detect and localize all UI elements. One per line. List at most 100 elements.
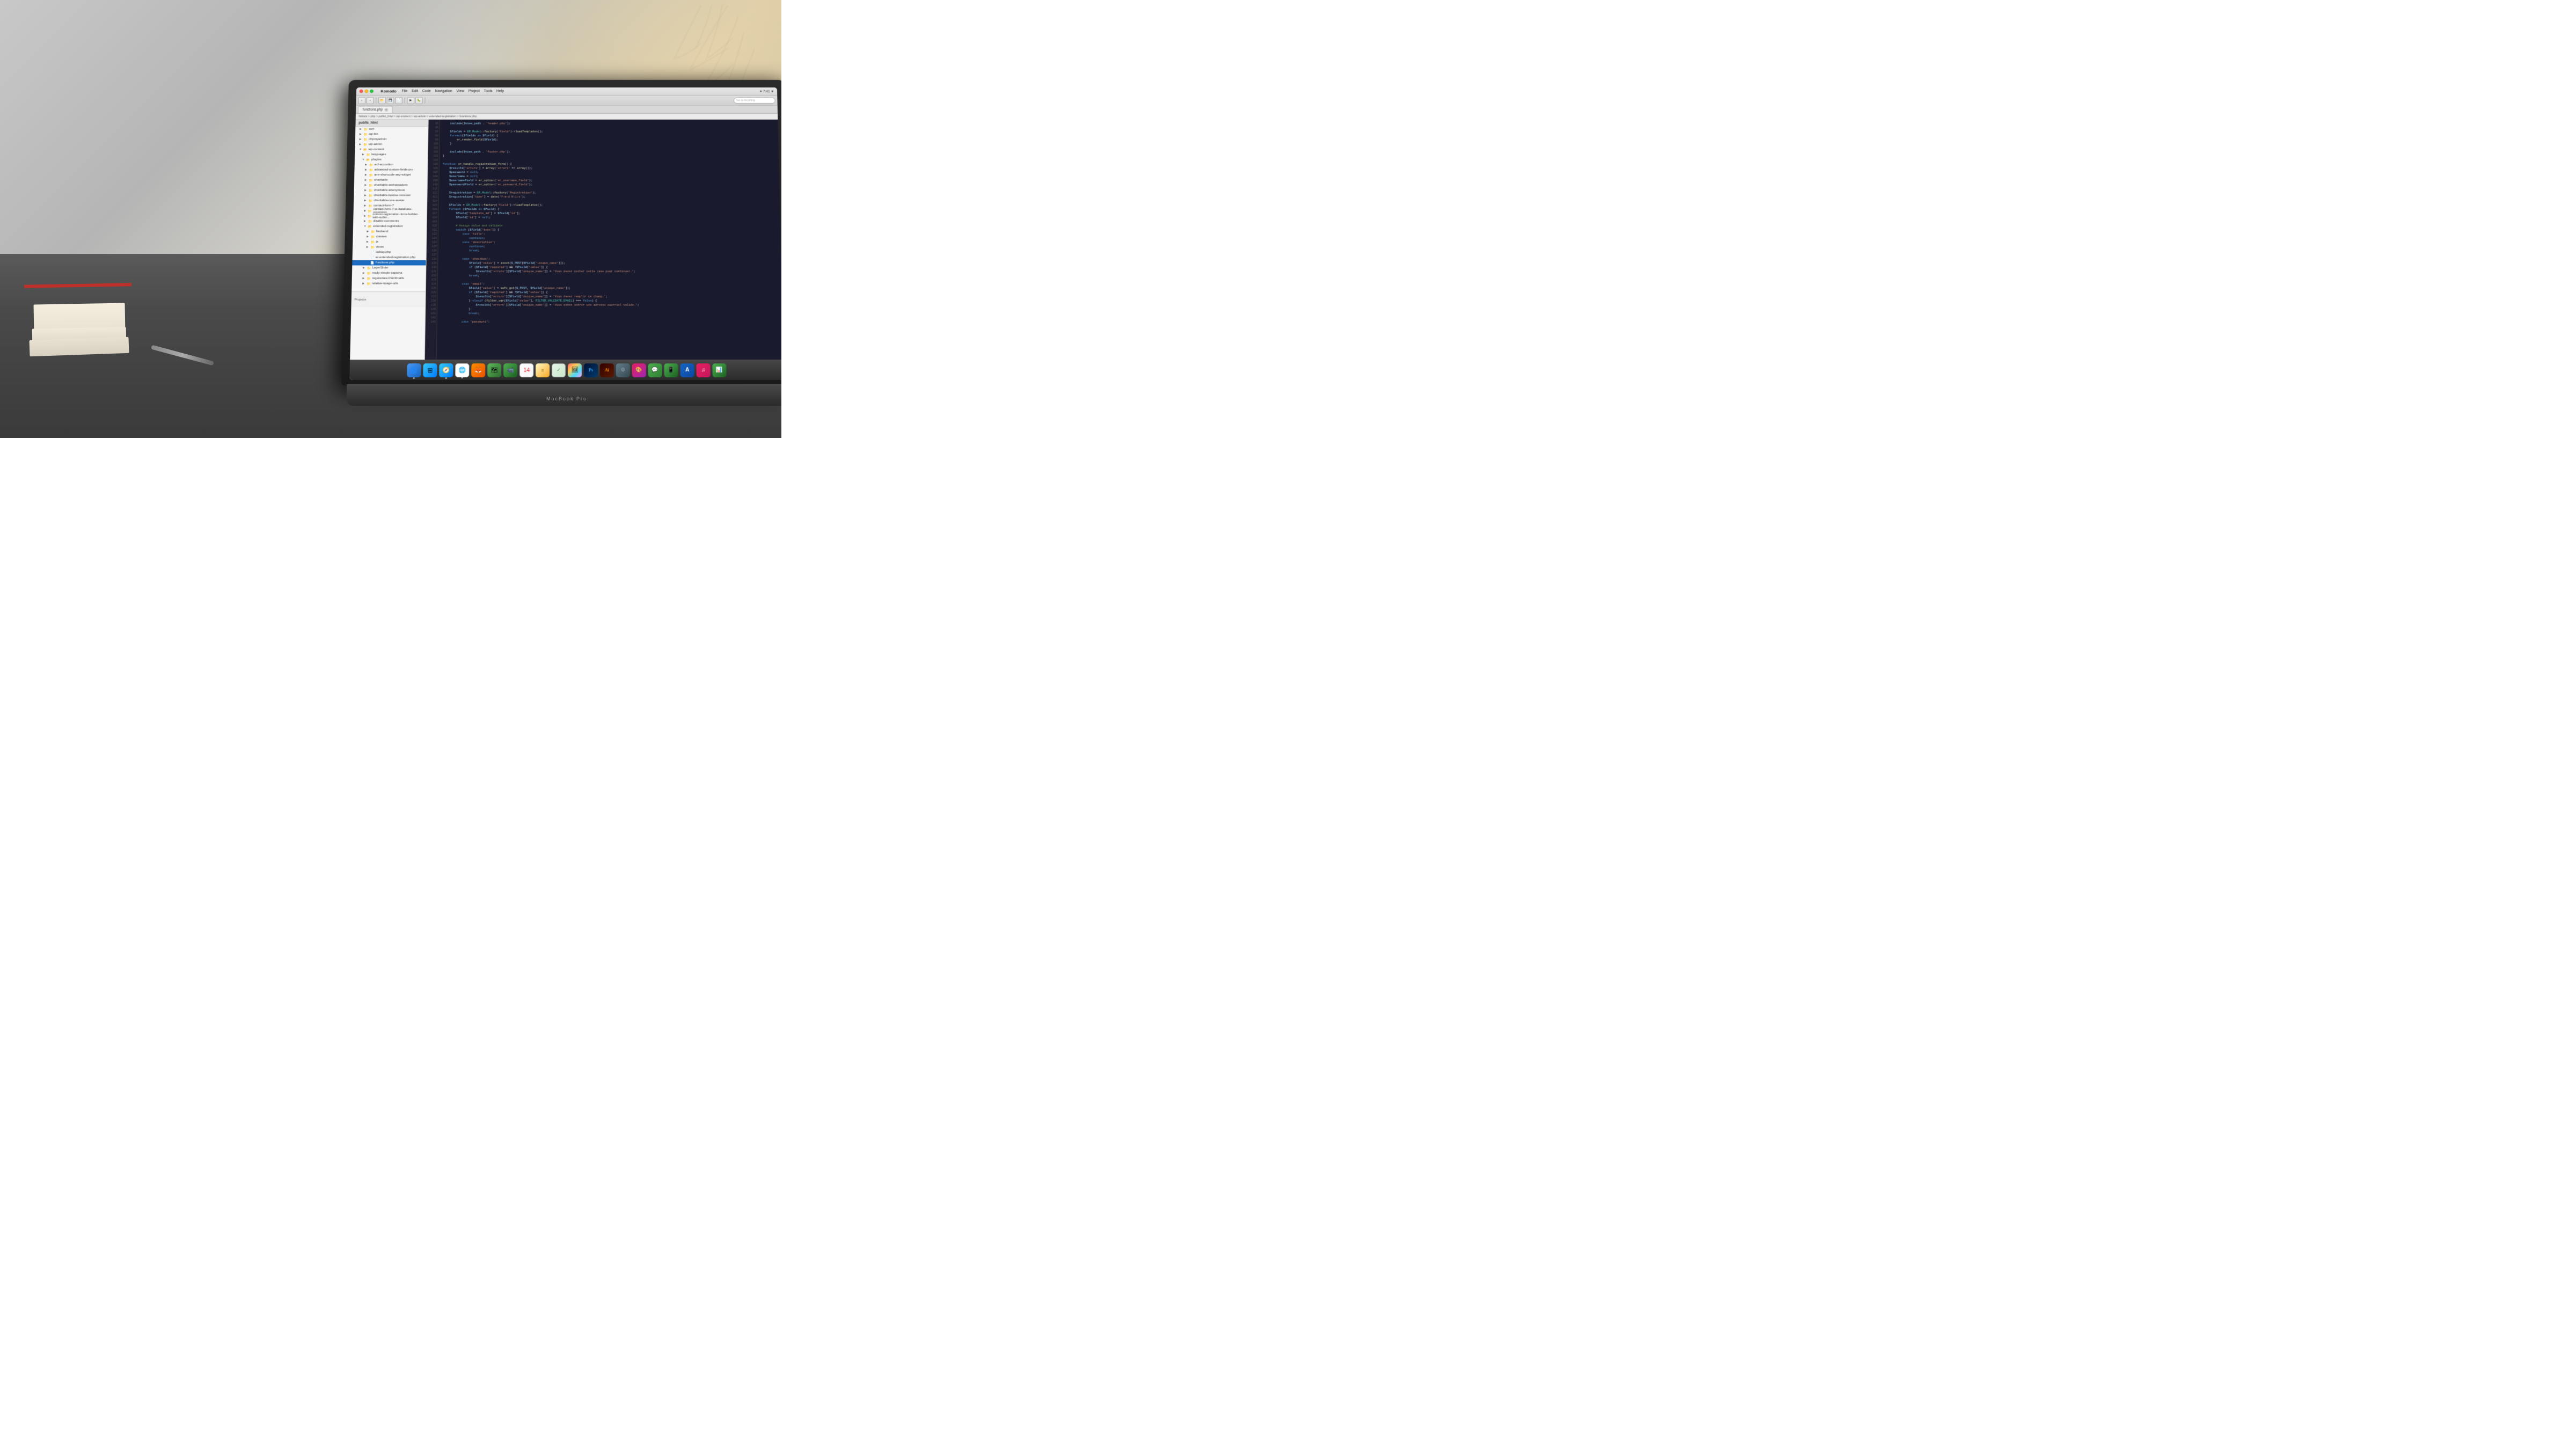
toolbar-search[interactable]: Go to Anything (734, 97, 775, 103)
tree-item-charitable-lic[interactable]: ▶ 📁 charitable-license-renewer (354, 193, 427, 199)
tab-functions-php[interactable]: functions.php × (358, 106, 393, 113)
dock-icon-itunes[interactable]: ♫ (696, 363, 710, 377)
menu-items: File Edit Code Navigation View Project T… (402, 90, 504, 93)
tree-item-er-extended[interactable]: 📄 er-extended-registration.php (353, 255, 426, 260)
book-band (24, 283, 131, 288)
dock-icon-launchpad[interactable]: ⊞ (423, 363, 437, 377)
toolbar-run[interactable]: ▶ (407, 97, 414, 104)
folder-icon: 📁 (368, 204, 372, 208)
tree-item-captcha[interactable]: ▶ 📁 really-simple-captcha (352, 270, 426, 276)
dock-icon-reminders[interactable]: ✓ (552, 363, 566, 377)
tree-item-classes[interactable]: ▶ 📁 classes (353, 234, 426, 239)
dock-icon-illustrator[interactable]: Ai (600, 363, 614, 377)
tree-arrow: ▶ (364, 194, 368, 197)
dock-icon-facetime[interactable]: 📹 (503, 363, 517, 377)
folder-icon: 📁 (369, 168, 374, 172)
tree-arrow: ▶ (362, 282, 365, 286)
tree-item-debug[interactable]: 📄 debug.php (353, 250, 426, 255)
dock-icon-chrome[interactable]: 🌐 (455, 363, 469, 377)
tree-item-amr[interactable]: ▶ 📁 amr-shortcode-any-widget (354, 172, 427, 178)
toolbar-open[interactable]: 📂 (378, 97, 386, 104)
tree-item-acf[interactable]: ▶ 📁 acf-accordion (355, 162, 428, 167)
tree-item-relative-images[interactable]: ▶ 📁 relative-image-urls (352, 281, 426, 287)
tree-item-cgibin[interactable]: ▶ 📁 cgi-bin (355, 132, 428, 137)
books-stack (30, 280, 137, 355)
tree-item-charitable-anon[interactable]: ▶ 📁 charitable-anonymous (354, 188, 427, 193)
tab-label: functions.php (363, 108, 383, 112)
dock-icon-facetime2[interactable]: 📱 (664, 363, 678, 377)
tree-item-phpmyadmin[interactable]: ▶ 📁 phpmyadmin (355, 137, 428, 142)
tree-item-label: cert (369, 128, 374, 131)
colorpicker-icon: 🎨 (636, 367, 643, 373)
dock-icon-colorpicker[interactable]: 🎨 (632, 363, 646, 377)
toolbar-new[interactable]: 📄 (395, 97, 402, 104)
menu-view[interactable]: View (456, 90, 464, 93)
maximize-button[interactable] (370, 90, 374, 93)
toolbar-debug[interactable]: 🐛 (415, 97, 423, 104)
tree-item-acf-pro[interactable]: ▶ 📁 advanced-custom-fields-pro (354, 167, 427, 173)
toolbar: ‹ › 📂 💾 📄 ▶ 🐛 Go to Anything (356, 96, 777, 106)
tree-arrow: ▶ (364, 184, 368, 187)
folder-icon: 📁 (367, 282, 371, 286)
tree-item-backend[interactable]: ▶ 📁 backend (353, 229, 427, 235)
dock-icon-photoshop[interactable]: Ps (584, 363, 598, 377)
menu-code[interactable]: Code (422, 90, 431, 93)
tree-arrow: ▶ (365, 173, 368, 177)
laptop-screen: Komodo File Edit Code Navigation View Pr… (349, 87, 781, 380)
tree-item-wpcontent[interactable]: ▼ 📂 wp-content (355, 147, 428, 152)
dock-dot (445, 377, 447, 379)
tree-item-functions[interactable]: 📄 functions.php (352, 260, 426, 266)
tree-arrow: ▶ (363, 272, 366, 275)
tree-item-charitable-avatar[interactable]: ▶ 📁 charitable-core-avatar (354, 198, 427, 203)
menu-tools[interactable]: Tools (484, 90, 492, 93)
tree-arrow: ▶ (367, 240, 370, 244)
tree-item-wpadmin[interactable]: ▶ 📁 wp-admin (355, 142, 428, 147)
menu-navigation[interactable]: Navigation (435, 90, 452, 93)
photos-icon: 🖼 (572, 367, 579, 373)
close-button[interactable] (360, 90, 363, 93)
toolbar-save[interactable]: 💾 (387, 97, 394, 104)
menu-file[interactable]: File (402, 90, 408, 93)
dock-icon-firefox[interactable]: 🦊 (471, 363, 485, 377)
tree-item-js[interactable]: ▶ 📁 js (353, 239, 426, 245)
dock-icon-calendar[interactable]: 14 (519, 363, 533, 377)
dock-icon-safari[interactable]: 🧭 (439, 363, 453, 377)
menu-bar: Komodo File Edit Code Navigation View Pr… (356, 87, 778, 96)
folder-icon: 📁 (367, 266, 371, 270)
menu-help[interactable]: Help (496, 90, 504, 93)
tree-item-views[interactable]: ▶ 📁 views (353, 245, 426, 250)
dock-icon-photos[interactable]: 🖼 (568, 363, 582, 377)
dock-icon-maps[interactable]: 🗺 (487, 363, 501, 377)
toolbar-forward[interactable]: › (367, 97, 374, 104)
tree-item-charitable[interactable]: ▶ 📁 charitable (354, 178, 427, 183)
tree-item-languages[interactable]: ▶ 📁 languages (355, 152, 428, 157)
tree-item-custom-reg[interactable]: ▶ 📁 custom-registration-form-builder-wit… (353, 214, 427, 219)
dock-icon-appstore[interactable]: A (680, 363, 694, 377)
tree-item-regen-thumbs[interactable]: ▶ 📁 regenerate-thumbnails (352, 276, 426, 281)
tree-item-layerslider[interactable]: ▶ 📁 LayerSlider (352, 266, 426, 271)
dock-icon-finder[interactable]: 🌀 (407, 363, 421, 377)
tree-item-cert[interactable]: ▶ 📁 cert (355, 127, 428, 131)
numbers-icon: 📊 (716, 367, 723, 373)
tree-item-extended-reg[interactable]: ▼ 📂 extended-registration (353, 224, 427, 229)
tab-close-button[interactable]: × (384, 108, 388, 112)
tree-item-charitable-amb[interactable]: ▶ 📁 charitable-ambassadors (354, 182, 427, 188)
folder-icon: 📁 (367, 272, 371, 275)
dock-icon-notes[interactable]: ≡ (536, 363, 550, 377)
tree-item-label: phpmyadmin (369, 138, 387, 141)
dock-icon-tool1[interactable]: ⚙ (616, 363, 630, 377)
macbook: Komodo File Edit Code Navigation View Pr… (314, 41, 781, 406)
menu-project[interactable]: Project (469, 90, 480, 93)
menu-edit[interactable]: Edit (412, 90, 418, 93)
toolbar-back[interactable]: ‹ (358, 97, 365, 104)
tree-item-label: plugins (371, 158, 382, 162)
tree-arrow: ▶ (359, 143, 362, 146)
dock-icon-numbers[interactable]: 📊 (712, 363, 726, 377)
tree-item-disable-comments[interactable]: ▶ 📁 disable-comments (353, 218, 427, 224)
minimize-button[interactable] (364, 90, 368, 93)
folder-icon: 📁 (368, 209, 372, 213)
scene: Komodo File Edit Code Navigation View Pr… (0, 0, 781, 438)
tree-item-plugins[interactable]: ▼ 📂 plugins (355, 157, 428, 162)
maps-icon: 🗺 (491, 367, 498, 374)
dock-icon-messages[interactable]: 💬 (648, 363, 662, 377)
